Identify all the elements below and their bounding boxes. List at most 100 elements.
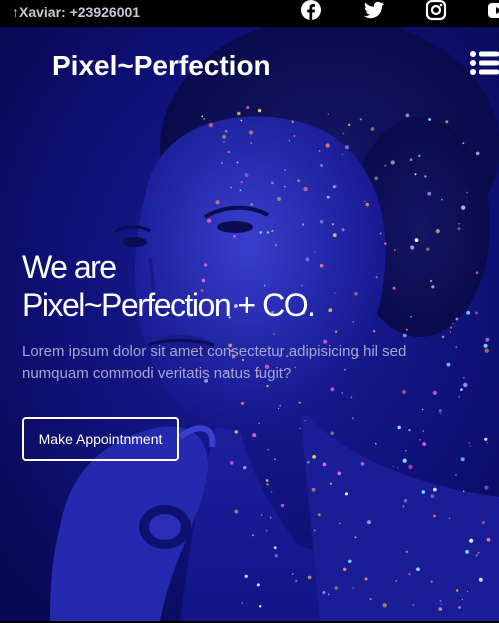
youtube-icon[interactable] [487,0,499,22]
glitter-speck [327,593,330,596]
glitter-speck [266,483,269,486]
glitter-speck [448,517,450,520]
list-icon[interactable] [469,50,499,76]
glitter-speck [370,127,375,131]
glitter-speck [445,120,449,124]
glitter-speck [461,598,463,601]
glitter-speck [299,427,301,430]
glitter-speck [273,546,277,550]
glitter-speck [267,448,270,451]
glitter-speck [230,186,232,189]
glitter-speck [256,583,260,587]
glitter-speck [397,425,401,430]
glitter-speck [317,513,321,517]
glitter-speck [304,419,306,422]
glitter-speck [427,191,432,196]
glitter-speck [278,407,280,409]
glitter-speck [365,202,369,207]
glitter-speck [258,422,260,425]
glitter-speck [207,218,212,223]
facebook-icon[interactable] [300,0,322,22]
glitter-speck [486,537,491,542]
glitter-speck [369,598,372,600]
glitter-speck [462,490,465,493]
glitter-speck [233,234,236,238]
glitter-speck [334,330,338,333]
glitter-speck [345,492,348,496]
glitter-speck [244,173,249,178]
glitter-speck [372,330,376,333]
contact-phone: ↑Xaviar: +23926001 [12,4,141,20]
glitter-speck [422,442,427,446]
glitter-speck [295,579,298,583]
glitter-speck [466,191,468,194]
glitter-speck [422,430,425,432]
glitter-speck [302,223,305,226]
glitter-speck [484,437,488,441]
brand-logo[interactable]: Pixel~Perfection [52,50,271,82]
glitter-speck [458,222,460,225]
glitter-speck [414,238,419,243]
glitter-speck [283,185,286,188]
glitter-speck [312,455,316,459]
hero-headline: We are Pixel~Perfection + CO. [22,248,492,324]
glitter-speck [475,151,480,156]
glitter-speck [405,450,407,452]
glitter-speck [288,140,291,142]
glitter-speck [271,229,274,232]
glitter-speck [408,464,413,470]
glitter-speck [270,491,273,493]
glitter-speck [318,150,321,152]
glitter-speck [390,160,395,165]
glitter-speck [325,143,330,148]
glitter-speck [348,559,352,563]
glitter-speck [221,162,224,164]
instagram-icon[interactable] [425,0,447,22]
glitter-speck [469,445,471,447]
glitter-speck [280,503,285,508]
glitter-speck [402,505,405,508]
glitter-speck [397,467,399,469]
twitter-icon[interactable] [363,0,385,22]
glitter-speck [311,487,316,492]
glitter-speck [319,219,324,224]
glitter-speck [265,479,269,482]
glitter-speck [402,458,407,463]
glitter-speck [481,520,485,524]
glitter-speck [332,233,337,238]
glitter-speck [428,118,431,121]
glitter-speck [330,387,335,392]
glitter-speck [430,494,435,499]
glitter-speck [392,465,394,467]
glitter-speck [458,396,460,398]
glitter-speck [252,534,255,537]
glitter-speck [250,203,253,206]
glitter-speck [293,135,296,137]
glitter-speck [360,462,365,466]
glitter-speck [354,536,357,539]
glitter-speck [458,606,461,609]
glitter-speck [236,161,239,164]
glitter-speck [414,173,417,176]
glitter-speck [379,232,382,235]
glitter-speck [272,333,275,335]
glitter-speck [483,343,488,348]
glitter-speck [466,590,469,593]
make-appointment-button[interactable]: Make Appointnment [22,417,179,461]
glitter-speck [241,602,243,604]
glitter-speck [412,604,415,607]
glitter-speck [418,154,421,157]
glitter-speck [348,123,351,127]
glitter-speck [277,197,281,201]
glitter-speck [402,390,406,394]
glitter-speck [478,577,483,582]
glitter-speck [403,333,407,338]
glitter-speck [244,574,248,578]
glitter-speck [297,179,300,183]
glitter-speck [475,553,479,557]
glitter-speck [395,580,398,582]
glitter-speck [408,572,411,576]
glitter-speck [266,231,270,234]
glitter-speck [405,550,408,553]
glitter-speck [291,120,295,124]
